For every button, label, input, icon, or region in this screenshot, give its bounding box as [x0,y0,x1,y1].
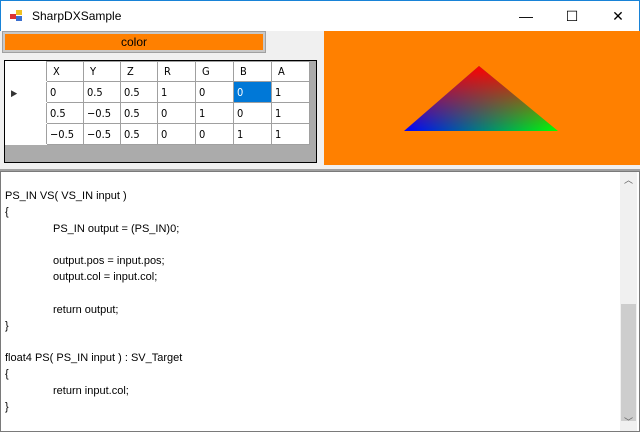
column-header[interactable]: Y [83,61,121,82]
code-line: PS_IN VS( VS_IN input ) [5,190,127,203]
scroll-thumb[interactable] [621,304,636,421]
table-row: −0.5 −0.5 0.5 0 0 1 1 [5,123,310,145]
table-row: ▶ 0 0.5 0.5 1 0 0 1 [5,81,310,103]
grid-cell[interactable]: 1 [195,102,234,124]
grid-cell[interactable]: 1 [233,123,272,145]
vertex-table: X Y Z R G B A ▶ 0 0.5 0.5 1 0 0 1 0.5 −0.5 0.5 0 1 0 1 −0.5 −0.… [5,61,310,145]
grid-cell[interactable]: 0 [195,81,234,103]
vertex-grid: X Y Z R G B A ▶ 0 0.5 0.5 1 0 0 1 0.5 −0.5 0.5 0 1 0 1 −0.5 −0.… [4,60,317,163]
app-icon [10,10,24,22]
grid-cell[interactable]: 0 [233,102,272,124]
code-line: } [5,319,9,332]
shader-code-textbox[interactable]: ︿ ﹀ PS_IN VS( VS_IN input ) { PS_IN output… [0,171,640,432]
triangle-render [404,66,558,131]
grid-cell[interactable]: 0.5 [46,102,84,124]
grid-cell[interactable]: −0.5 [83,102,121,124]
grid-cell[interactable]: 1 [271,102,310,124]
scroll-down-button[interactable]: ﹀ [620,414,637,431]
render-panel [324,31,640,165]
grid-cell[interactable]: 0 [46,81,84,103]
row-header[interactable]: ▶ [5,81,47,103]
column-header[interactable]: A [271,61,310,82]
code-line: output.pos = input.pos; [53,255,165,267]
code-line: return output; [53,303,119,316]
code-line: PS_IN output = (PS_IN)0; [53,222,180,235]
grid-cell[interactable]: 1 [271,123,310,145]
grid-cell[interactable]: 0.5 [120,102,158,124]
grid-cell[interactable]: −0.5 [46,123,84,145]
column-header[interactable]: B [233,61,272,82]
code-line: } [5,400,9,413]
code-line: { [5,206,9,219]
code-line: float4 PS( PS_IN input ) : SV_Target [5,352,183,365]
column-header[interactable]: G [195,61,234,82]
vertical-scrollbar[interactable]: ︿ ﹀ [620,172,637,431]
color-button[interactable]: color [2,31,266,53]
column-header[interactable]: Z [120,61,158,82]
close-button[interactable]: ✕ [595,1,640,31]
column-header[interactable]: R [157,61,196,82]
window-title: SharpDXSample [32,9,122,23]
column-header[interactable]: X [46,61,84,82]
grid-cell[interactable]: 0 [233,81,272,103]
grid-cell[interactable]: 0 [157,102,196,124]
grid-cell[interactable]: 0.5 [83,81,121,103]
table-row: 0.5 −0.5 0.5 0 1 0 1 [5,102,310,124]
grid-cell[interactable]: 0.5 [120,81,158,103]
grid-cell[interactable]: 1 [157,81,196,103]
grid-cell[interactable]: 0 [157,123,196,145]
corner-header [5,61,47,82]
scroll-up-button[interactable]: ︿ [620,172,637,189]
row-header[interactable] [5,123,47,145]
grid-cell[interactable]: 1 [271,81,310,103]
code-line: { [5,368,9,381]
grid-cell[interactable]: 0 [195,123,234,145]
code-line: output.col = input.col; [53,271,158,284]
grid-cell[interactable]: 0.5 [120,123,158,145]
title-bar: SharpDXSample — ☐ ✕ [0,0,640,31]
grid-cell[interactable]: −0.5 [83,123,121,145]
current-row-icon: ▶ [11,88,18,99]
code-line: return input.col; [53,384,129,397]
minimize-button[interactable]: — [503,1,549,31]
maximize-button[interactable]: ☐ [549,1,595,31]
triangle-red-overlay [404,66,558,131]
row-header[interactable] [5,102,47,124]
